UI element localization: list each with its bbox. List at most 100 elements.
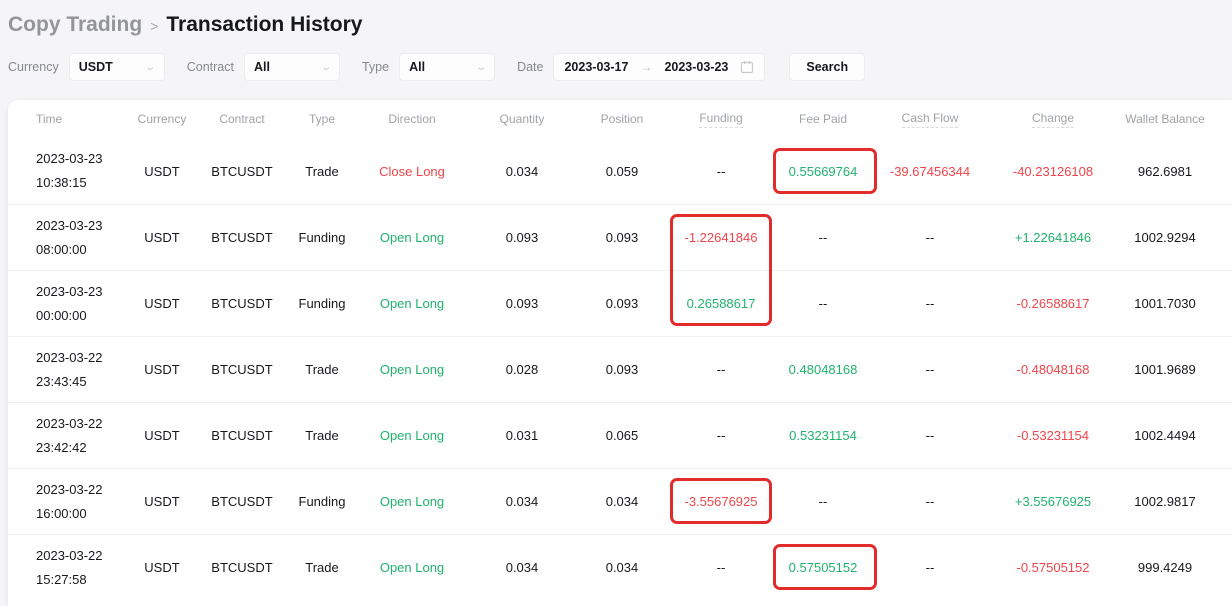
column-header-label: Contract (219, 112, 264, 126)
column-header-label: Wallet Balance (1125, 112, 1205, 126)
cell-currency: USDT (124, 271, 200, 336)
cell-value: -- (926, 362, 935, 377)
cell-time-line: 08:00:00 (36, 238, 87, 262)
cell-type: Trade (284, 535, 360, 600)
cell-funding: -- (664, 337, 778, 402)
contract-select[interactable]: All ⌄ (244, 53, 340, 81)
cell-value: -0.26588617 (1016, 296, 1089, 311)
cell-date-line: 2023-03-22 (36, 346, 103, 370)
cell-time-line: 10:38:15 (36, 171, 87, 195)
cell-value: Trade (305, 428, 338, 443)
date-range-picker[interactable]: 2023-03-17 → 2023-03-23 (553, 53, 765, 81)
cell-fee-paid: 0.53231154 (778, 403, 868, 468)
cell-position: 0.034 (580, 535, 664, 600)
column-header-label: Type (309, 112, 335, 126)
cell-quantity: 0.034 (464, 469, 580, 534)
breadcrumb-copy-trading[interactable]: Copy Trading (8, 13, 142, 37)
cell-date-line: 2023-03-22 (36, 478, 103, 502)
cell-value: USDT (144, 296, 179, 311)
breadcrumb-separator-icon: > (150, 18, 158, 34)
cell-cash-flow: -- (868, 469, 992, 534)
cell-value: 0.065 (606, 428, 639, 443)
cell-funding: 0.26588617 (664, 271, 778, 336)
cell-currency: USDT (124, 205, 200, 270)
search-button[interactable]: Search (789, 53, 865, 81)
cell-value: 0.53231154 (789, 428, 857, 443)
cell-type: Trade (284, 337, 360, 402)
cell-value: BTCUSDT (211, 296, 272, 311)
cell-value: 0.093 (606, 230, 639, 245)
cell-value: -0.57505152 (1016, 560, 1089, 575)
date-filter-label: Date (517, 60, 543, 74)
cell-date-line: 2023-03-23 (36, 214, 103, 238)
table-row: 2023-03-2300:00:00 USDT BTCUSDT FundingOpen… (8, 270, 1232, 336)
cell-value: Trade (305, 362, 338, 377)
cell-value: BTCUSDT (211, 230, 272, 245)
cell-time: 2023-03-2308:00:00 (36, 205, 124, 270)
column-header-currency: Currency (124, 100, 200, 138)
cell-time-line: 23:43:45 (36, 370, 87, 394)
cell-value: 0.55669764 (789, 164, 858, 179)
column-header-wallet-balance: Wallet Balance (1114, 100, 1216, 138)
cell-time: 2023-03-2310:38:15 (36, 138, 124, 204)
cell-value: 962.6981 (1138, 164, 1192, 179)
cell-direction: Open Long (360, 469, 464, 534)
cell-fee-paid: 0.57505152 (778, 535, 868, 600)
cell-cash-flow: -- (868, 271, 992, 336)
column-header-direction: Direction (360, 100, 464, 138)
cell-time: 2023-03-2216:00:00 (36, 469, 124, 534)
column-header-label: Direction (388, 112, 435, 126)
date-start-value[interactable]: 2023-03-17 (564, 60, 628, 74)
cell-value: 0.48048168 (789, 362, 858, 377)
cell-time: 2023-03-2215:27:58 (36, 535, 124, 600)
type-filter: Type All ⌄ (362, 53, 495, 81)
cell-value: Open Long (380, 494, 444, 509)
contract-filter-label: Contract (187, 60, 234, 74)
table-row: 2023-03-2308:00:00USDTBTCUSDTFundingOpen… (8, 204, 1232, 270)
column-header-contract: Contract (200, 100, 284, 138)
cell-type: Trade (284, 138, 360, 204)
table-header-row: TimeCurrencyContractTypeDirectionQuantit… (8, 100, 1232, 138)
cell-value: -- (819, 230, 828, 245)
cell-value: +1.22641846 (1015, 230, 1091, 245)
cell-contract: BTCUSDT (200, 469, 284, 534)
cell-date-line: 2023-03-23 (36, 280, 103, 304)
cell-type: Funding (284, 205, 360, 270)
cell-position: 0.093 (580, 337, 664, 402)
currency-select[interactable]: USDT ⌄ (69, 53, 165, 81)
cell-fee-paid: -- (778, 271, 868, 336)
cell-currency: USDT (124, 403, 200, 468)
column-header-type: Type (284, 100, 360, 138)
cell-direction: Open Long (360, 205, 464, 270)
cell-position: 0.093 (580, 205, 664, 270)
cell-value: 0.034 (606, 494, 639, 509)
cell-time-line: 00:00:00 (36, 304, 87, 328)
column-header-position: Position (580, 100, 664, 138)
cell-value: -3.55676925 (684, 494, 757, 509)
cell-direction: Open Long (360, 271, 464, 336)
column-header-label: Funding (699, 111, 742, 128)
cell-value: BTCUSDT (211, 428, 272, 443)
date-end-value[interactable]: 2023-03-23 (664, 60, 728, 74)
column-header-funding: Funding (664, 100, 778, 138)
cell-date-line: 2023-03-22 (36, 412, 103, 436)
date-filter: Date 2023-03-17 → 2023-03-23 (517, 53, 765, 81)
cell-time: 2023-03-2223:43:45 (36, 337, 124, 402)
cell-position: 0.065 (580, 403, 664, 468)
type-select[interactable]: All ⌄ (399, 53, 495, 81)
column-header-quantity: Quantity (464, 100, 580, 138)
cell-value: Trade (305, 164, 338, 179)
cell-type: Funding (284, 271, 360, 336)
cell-cash-flow: -- (868, 535, 992, 600)
chevron-down-icon: ⌄ (320, 62, 332, 73)
currency-select-value: USDT (79, 60, 113, 74)
cell-value: 0.031 (506, 428, 539, 443)
cell-value: +3.55676925 (1015, 494, 1091, 509)
cell-value: 1002.4494 (1134, 428, 1195, 443)
cell-value: 0.26588617 (687, 296, 756, 311)
cell-direction: Open Long (360, 535, 464, 600)
cell-value: 999.4249 (1138, 560, 1192, 575)
cell-value: USDT (144, 560, 179, 575)
cell-value: 1002.9817 (1134, 494, 1195, 509)
column-header-cash-flow: Cash Flow (868, 100, 992, 138)
